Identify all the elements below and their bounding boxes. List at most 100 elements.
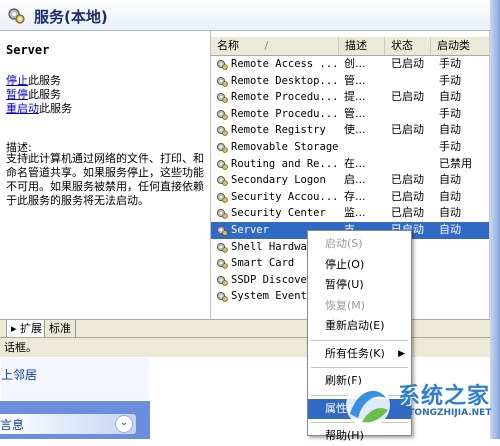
details-group-header[interactable]: 言息 ⌄ (0, 414, 136, 434)
menu-item-label: 恢复(M) (325, 298, 366, 312)
table-row[interactable]: Secondary Logon 启... 已启动 自动 (211, 172, 491, 189)
service-gear-icon (216, 259, 228, 269)
table-row[interactable]: Remote Registry 使... 已启动 自动 (211, 122, 491, 139)
service-gear-icon (216, 126, 228, 137)
table-row[interactable]: Remote Access ... 创... 已启动 手动 (211, 56, 491, 73)
watermark-title: 系统之家 (398, 384, 491, 409)
task-pane: 上邻居 言息 ⌄ (0, 357, 150, 439)
table-row[interactable]: Remote Desktop... 管... 手动 (211, 73, 491, 90)
window-title: 服务(本地) (34, 8, 108, 26)
restart-service-action: 重启动此服务 (6, 100, 72, 116)
service-name-cell: Remote Desktop... (231, 74, 339, 87)
service-startup-cell: 自动 (439, 90, 461, 104)
service-name-cell: Remote Procedu... (231, 91, 339, 104)
service-gear-icon (216, 292, 228, 303)
service-status-cell: 已启动 (391, 123, 424, 137)
context-menu-item: 恢复(M) (308, 296, 411, 316)
service-startup-cell: 自动 (439, 206, 461, 220)
tab-standard[interactable]: 标准 (44, 320, 76, 338)
service-description-cell: 使... (344, 123, 366, 137)
service-gear-icon (216, 209, 228, 220)
network-places-link[interactable]: 上邻居 (1, 366, 37, 383)
table-row[interactable]: Removable Storage 手动 (211, 139, 491, 156)
watermark-url: XITONGZHIJIA.NET (398, 408, 492, 418)
table-row[interactable]: Security Center 监... 已启动 自动 (211, 205, 491, 222)
service-gear-icon (216, 59, 228, 70)
service-description-cell: 提... (344, 90, 366, 104)
menu-item-label: 所有任务(K) (325, 346, 385, 360)
service-gear-icon (216, 142, 228, 153)
status-bar: 话框。 (0, 337, 490, 357)
chevron-down-icon[interactable]: ⌄ (115, 415, 133, 433)
service-gear-icon (216, 192, 228, 203)
service-description-cell: 管... (344, 106, 366, 120)
service-description-cell: 在... (344, 156, 366, 170)
service-gear-icon (216, 76, 228, 87)
service-description-pane: Server 停止此服务 暂停此服务 重启动此服务 描述: 支持此计算机通过网络… (0, 31, 210, 319)
table-row[interactable]: Remote Procedu... 提... 已启动 自动 (211, 89, 491, 106)
service-startup-cell: 自动 (439, 173, 461, 187)
service-description-cell: 创... (344, 57, 366, 70)
menu-separator (311, 367, 408, 368)
service-gear-icon (216, 242, 228, 253)
column-header-description[interactable]: 描述 (339, 37, 385, 55)
sort-indicator-icon: / (264, 39, 269, 52)
service-name-cell: Security Accou... (231, 190, 339, 203)
description-text: 支持此计算机通过网络的文件、打印、和命名管道共享。如果服务停止，这些功能不可用。… (6, 152, 204, 207)
service-status-cell: 已启动 (391, 173, 424, 187)
context-menu-item[interactable]: 重新启动(E) (308, 316, 411, 336)
menu-item-label: 重新启动(E) (325, 319, 385, 332)
table-row[interactable]: Security Accou... 存... 已启动 自动 (211, 189, 491, 206)
list-header: 名称 / 描述 状态 启动类 (211, 37, 491, 56)
column-header-status[interactable]: 状态 (385, 37, 431, 55)
context-menu-item: 启动(S) (308, 234, 411, 254)
service-startup-cell: 自动 (439, 222, 461, 236)
menu-separator (311, 339, 408, 341)
table-row[interactable]: Remote Procedu... 管... 手动 (211, 106, 491, 123)
window-title-bar: 服务(本地) (0, 0, 500, 31)
service-name-cell: Remote Procedu... (231, 107, 339, 120)
service-description-cell: 存... (344, 189, 366, 203)
window-frame-edge (490, 0, 500, 439)
service-name-cell: Routing and Re... (231, 157, 339, 170)
service-gear-icon (216, 159, 228, 170)
menu-item-label: 启动(S) (325, 237, 363, 250)
view-tabs: ▸ 扩展 标准 (0, 319, 490, 338)
service-status-cell: 已启动 (391, 57, 424, 70)
service-name-cell: Remote Registry (231, 124, 326, 137)
context-menu-item[interactable]: 所有任务(K) ▶ (308, 344, 411, 364)
column-header-name[interactable]: 名称 / (211, 37, 339, 55)
service-status-cell: 已启动 (391, 90, 424, 104)
details-group-title: 言息 (0, 418, 25, 432)
service-gear-icon (216, 109, 228, 120)
column-header-startup-type[interactable]: 启动类 (431, 37, 491, 55)
service-description-cell: 启... (344, 173, 366, 187)
service-startup-cell: 手动 (439, 73, 461, 87)
service-gear-icon (216, 93, 228, 103)
service-name-cell: Secondary Logon (231, 174, 326, 187)
service-gear-icon (216, 176, 228, 186)
watermark-logo-icon (346, 383, 390, 427)
service-gear-icon (216, 275, 228, 286)
service-startup-cell: 已禁用 (439, 156, 472, 170)
context-menu-item[interactable]: 停止(O) (308, 255, 411, 275)
action-suffix: 此服务 (39, 102, 72, 115)
service-status-cell: 已启动 (391, 189, 424, 203)
watermark: 系统之家 XITONGZHIJIA.NET (340, 378, 495, 434)
tab-extended[interactable]: ▸ 扩展 (6, 320, 48, 338)
service-name-cell: Security Center (231, 207, 326, 220)
restart-service-link[interactable]: 重启动 (6, 102, 39, 115)
service-startup-cell: 手动 (439, 106, 461, 120)
table-row[interactable]: Routing and Re... 在... 已禁用 (211, 156, 491, 173)
service-startup-cell: 手动 (439, 57, 461, 70)
service-name-cell: Remote Access ... (231, 58, 339, 70)
context-menu-item[interactable]: 暂停(U) (308, 275, 411, 295)
service-description-cell: 监... (344, 206, 366, 220)
service-description-cell: 管... (344, 73, 366, 87)
service-startup-cell: 手动 (439, 139, 461, 153)
submenu-arrow-icon: ▶ (398, 348, 405, 359)
service-name: Server (6, 43, 50, 57)
menu-item-label: 暂停(U) (325, 278, 364, 291)
service-status-cell: 已启动 (391, 206, 424, 220)
service-startup-cell: 自动 (439, 123, 461, 137)
